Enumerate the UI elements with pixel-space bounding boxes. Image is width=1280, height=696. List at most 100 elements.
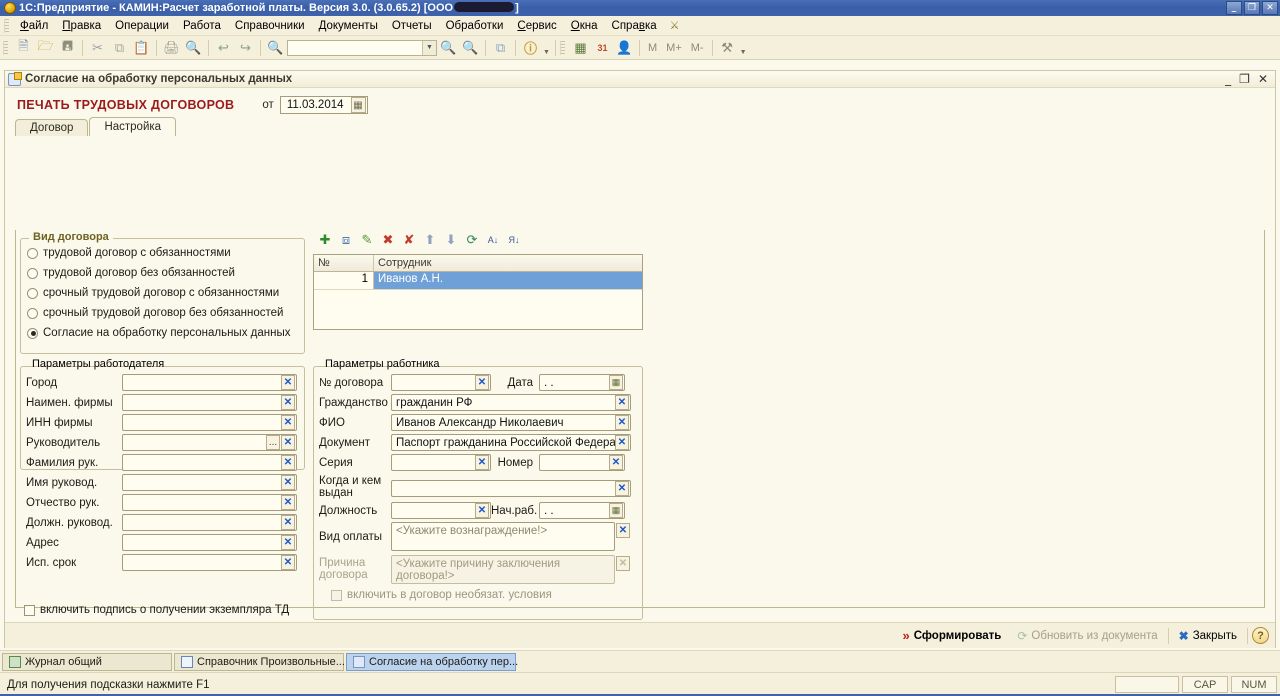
citizenship-input[interactable]: гражданин РФ ✕ (391, 394, 631, 411)
search-icon[interactable]: 🔍 (265, 38, 286, 58)
menu-service[interactable]: Сервис (510, 18, 563, 34)
radio-row-1[interactable]: трудовой договор без обязанностей (21, 263, 304, 283)
cell-employee-name[interactable]: Иванов А.Н. (374, 272, 642, 289)
field-input[interactable]: ✕ (122, 394, 297, 411)
menu-windows[interactable]: Окна (564, 18, 605, 34)
radio-indicator[interactable] (27, 307, 38, 319)
print-icon[interactable]: 🖨 (161, 38, 182, 58)
menu-documents[interactable]: Документы (312, 18, 385, 34)
clear-field-icon[interactable]: ✕ (475, 375, 489, 390)
clear-field-icon[interactable]: ✕ (281, 535, 295, 550)
clear-field-icon[interactable]: ✕ (281, 475, 295, 490)
clear-field-icon[interactable]: ✕ (616, 523, 630, 538)
radio-row-4[interactable]: Согласие на обработку персональных данны… (21, 323, 304, 343)
column-header-employee[interactable]: Сотрудник (374, 255, 642, 271)
child-minimize-button[interactable]: _ (1225, 72, 1231, 86)
print-preview-icon[interactable]: 🔍 (183, 38, 204, 58)
radio-indicator[interactable] (27, 267, 38, 279)
tab-dogovor[interactable]: Договор (15, 119, 89, 136)
radio-indicator-selected[interactable] (27, 327, 38, 339)
issued-input[interactable]: ✕ (391, 480, 631, 497)
clear-field-icon[interactable]: ✕ (475, 455, 489, 470)
sort-descending-icon[interactable]: Я↓ (506, 232, 522, 248)
copy-row-icon[interactable]: ⧈ (338, 232, 354, 248)
find-prev-icon[interactable]: 🔍 (460, 38, 481, 58)
clear-field-icon[interactable]: ✕ (615, 415, 629, 430)
move-up-icon[interactable]: ⬆ (422, 232, 438, 248)
info-icon[interactable]: ⓘ (520, 38, 541, 58)
taskbar-item-catalog[interactable]: Справочник Произвольные... (174, 652, 345, 671)
toolbar-gripper-2[interactable] (560, 40, 565, 55)
reason-input[interactable]: <Укажите причину заключения договора!> (391, 555, 615, 584)
include-signature-checkbox-row[interactable]: включить подпись о получении экземпляра … (24, 604, 289, 616)
clear-field-icon[interactable]: ✕ (281, 515, 295, 530)
clear-field-icon[interactable]: ✕ (281, 415, 295, 430)
memory-sub-button[interactable]: M- (687, 42, 708, 54)
child-restore-button[interactable]: ❐ (1239, 72, 1250, 86)
search-input[interactable] (288, 41, 418, 54)
tab-nastroika[interactable]: Настройка (89, 117, 177, 136)
menu-catalogs[interactable]: Справочники (228, 18, 312, 34)
menu-processing[interactable]: Обработки (439, 18, 511, 34)
document-date-field[interactable]: 11.03.2014 ▦ (279, 96, 368, 114)
field-value[interactable]: Иванов Александр Николаевич (392, 417, 615, 429)
field-input[interactable]: ✕ (122, 554, 297, 571)
field-input[interactable]: ✕ (122, 474, 297, 491)
find-next-icon[interactable]: 🔍 (438, 38, 459, 58)
delete-row-icon[interactable]: ✖ (380, 232, 396, 248)
undo-icon[interactable]: ↩ (213, 38, 234, 58)
move-down-icon[interactable]: ⬇ (443, 232, 459, 248)
field-value[interactable]: . . (540, 505, 609, 517)
tools-dropdown-icon[interactable]: ▼ (739, 38, 748, 58)
calendar-icon[interactable]: 31 (592, 38, 613, 58)
close-button[interactable]: ✖ Закрыть (1173, 627, 1243, 645)
toolbar-gripper[interactable] (3, 40, 8, 55)
table-row[interactable]: 1 Иванов А.Н. (314, 272, 642, 289)
field-value[interactable]: <Укажите вознаграждение!> (392, 523, 614, 537)
clear-field-icon[interactable]: ✕ (281, 455, 295, 470)
menu-help[interactable]: Справка (605, 18, 664, 34)
window-list-icon[interactable]: ⧉ (490, 38, 511, 58)
field-input[interactable]: ... ✕ (122, 434, 297, 451)
workstart-input[interactable]: . . ▦ (539, 502, 625, 519)
copy-icon[interactable]: ⧉ (109, 38, 130, 58)
field-value[interactable]: <Укажите причину заключения договора!> (392, 556, 614, 582)
radio-row-3[interactable]: срочный трудовой договор без обязанносте… (21, 303, 304, 323)
child-close-button[interactable]: ✕ (1258, 72, 1268, 86)
clear-field-icon[interactable]: ✕ (281, 375, 295, 390)
number-input[interactable]: ✕ (539, 454, 625, 471)
refresh-from-document-button[interactable]: ⟳ Обновить из документа (1011, 627, 1163, 645)
menu-work[interactable]: Работа (176, 18, 228, 34)
window-maximize-button[interactable]: ❐ (1244, 1, 1260, 15)
clear-field-icon[interactable]: ✕ (615, 395, 629, 410)
info-dropdown-icon[interactable]: ▼ (542, 38, 551, 58)
menu-operations[interactable]: Операции (108, 18, 176, 34)
radio-row-2[interactable]: срочный трудовой договор с обязанностями (21, 283, 304, 303)
menu-extra-icon[interactable]: ⚔ (670, 19, 680, 32)
calendar-picker-icon[interactable]: ▦ (609, 375, 623, 390)
employee-grid[interactable]: № Сотрудник 1 Иванов А.Н. (313, 254, 643, 330)
document-date-value[interactable]: 11.03.2014 (281, 99, 350, 111)
series-input[interactable]: ✕ (391, 454, 491, 471)
open-document-icon[interactable]: 🗁 (35, 38, 56, 58)
menu-reports[interactable]: Отчеты (385, 18, 439, 34)
field-value[interactable]: . . (540, 377, 609, 389)
fullname-input[interactable]: Иванов Александр Николаевич ✕ (391, 414, 631, 431)
clear-field-icon[interactable]: ✕ (615, 481, 629, 496)
field-value[interactable]: Паспорт гражданина Российской Федера (392, 437, 615, 449)
sort-ascending-icon[interactable]: А↓ (485, 232, 501, 248)
menubar-gripper[interactable] (4, 18, 9, 33)
memory-add-button[interactable]: M+ (662, 42, 686, 54)
search-dropdown-icon[interactable]: ▼ (422, 40, 436, 55)
help-button[interactable]: ? (1252, 627, 1269, 644)
user-lock-icon[interactable]: 👤 (614, 38, 635, 58)
radio-indicator[interactable] (27, 247, 38, 259)
employee-grid-empty-area[interactable] (314, 289, 642, 330)
tools-wrench-icon[interactable]: ⚒ (717, 38, 738, 58)
edit-row-icon[interactable]: ✎ (359, 232, 375, 248)
include-signature-checkbox[interactable] (24, 604, 35, 616)
document-input[interactable]: Паспорт гражданина Российской Федера ✕ (391, 434, 631, 451)
menu-edit[interactable]: Правка (55, 18, 108, 34)
radio-row-0[interactable]: трудовой договор с обязанностями (21, 243, 304, 263)
memory-recall-button[interactable]: M (644, 42, 661, 54)
